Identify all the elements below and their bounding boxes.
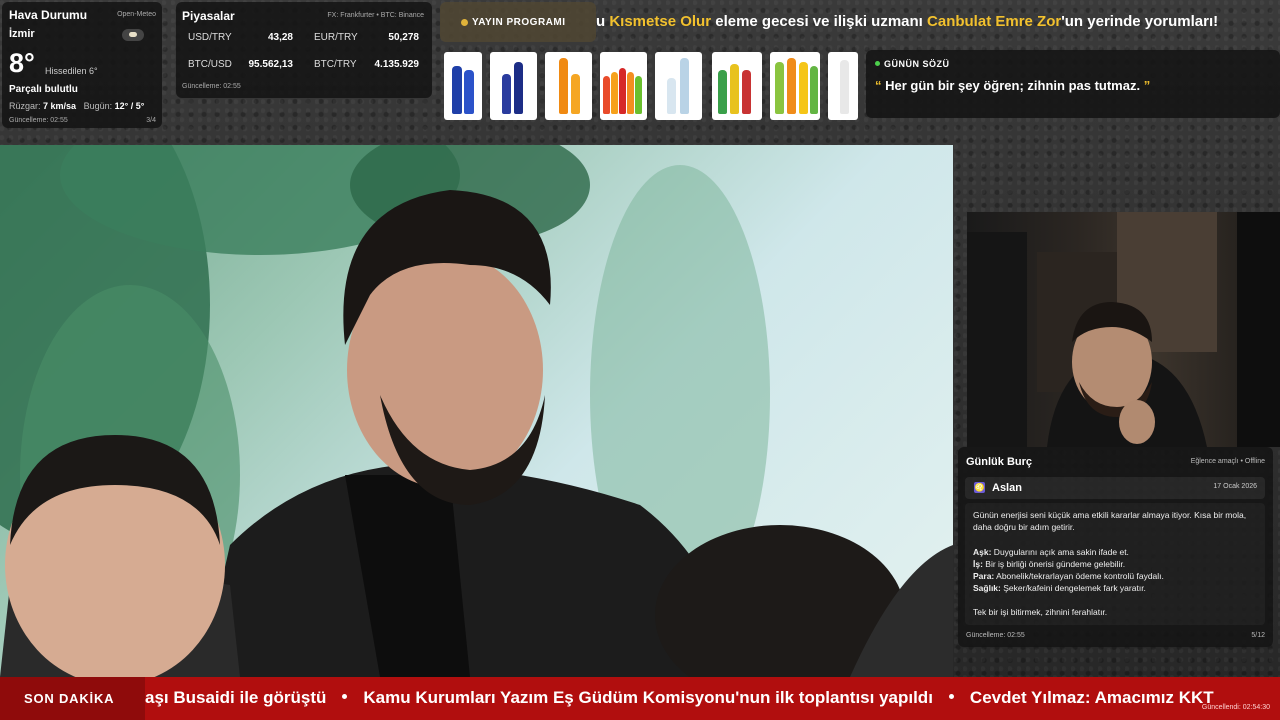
market-value: 4.135.929 (374, 59, 420, 70)
product-image (712, 52, 762, 120)
webcam-scene (967, 212, 1280, 447)
schedule-show-name: Kısmetse Olur (609, 13, 712, 30)
product-image (600, 52, 647, 120)
schedule-text-part: eleme gecesi ve ilişki uzmanı (711, 13, 928, 30)
schedule-label-box: YAYIN PROGRAMI (440, 2, 596, 42)
separator-dot-icon (342, 694, 348, 699)
market-label: BTC/USD (188, 59, 232, 70)
wind-value: 7 km/sa (43, 101, 77, 111)
wind-label: Rüzgar: (9, 101, 41, 111)
quote-title: GÜNÜN SÖZÜ (875, 59, 950, 69)
markets-title: Piyasalar (182, 9, 235, 23)
close-quote-mark: ” (1143, 78, 1151, 93)
market-label: USD/TRY (188, 32, 232, 43)
horoscope-outro: Tek bir işi bitirmek, zihnini ferahlatır… (973, 607, 1108, 617)
ticker-item: Kamu Kurumları Yazım Eş Güdüm Komisyonu'… (363, 688, 933, 707)
weather-condition: Parçalı bulutlu (9, 84, 78, 95)
separator-dot-icon (948, 694, 954, 699)
horoscope-love: Aşk: Duygularını açık ama sakin ifade et… (973, 546, 1257, 558)
horoscope-money: Para: Abonelik/tekrarlayan ödeme kontrol… (973, 570, 1257, 582)
main-video-frame (0, 145, 953, 677)
work-text: Bir iş birliği önerisi gündeme gelebilir… (982, 559, 1126, 569)
streamer-webcam (967, 212, 1280, 447)
market-label: BTC/TRY (314, 59, 357, 70)
markets-updated: Güncelleme: 02:55 (182, 83, 241, 90)
market-value: 50,278 (388, 32, 419, 43)
product-image (770, 52, 820, 120)
schedule-text-part: u (596, 13, 610, 30)
weather-temperature: 8° (9, 48, 35, 78)
weather-details: Rüzgar: 7 km/sa Bugün: 12° / 5° (9, 101, 144, 111)
schedule-label: YAYIN PROGRAMI (472, 17, 566, 28)
ticker-items: aşı Busaidi ile görüştü Kamu Kurumları Ya… (145, 688, 1214, 708)
quote-body: Her gün bir şey öğren; zihnin pas tutmaz… (881, 78, 1144, 93)
horoscope-work: İş: Bir iş birliği önerisi gündeme geleb… (973, 558, 1257, 570)
horoscope-body: Günün enerjisi seni küçük ama etkili kar… (965, 503, 1265, 625)
markets-source: FX: Frankfurter • BTC: Binance (327, 12, 424, 19)
product-image (490, 52, 537, 120)
video-scene (0, 145, 953, 677)
quote-text: “ Her gün bir şey öğren; zihnin pas tutm… (875, 78, 1150, 93)
horoscope-status: Eğlence amaçlı • Offline (1190, 458, 1265, 465)
money-label: Para: (973, 571, 995, 581)
weather-page-indicator: 3/4 (146, 117, 156, 124)
market-value: 43,28 (267, 32, 293, 43)
sponsor-products-strip (444, 52, 858, 120)
partly-cloudy-icon (122, 29, 144, 41)
schedule-guest-name: Canbulat Emre Zor (927, 13, 1062, 30)
horoscope-page-indicator: 5/12 (1251, 632, 1265, 639)
ticker-updated: Güncellendi: 02:54:30 (1201, 704, 1270, 711)
weather-feels-like: Hissedilen 6° (45, 66, 98, 76)
today-label: Bugün: (83, 101, 113, 111)
weather-title: Hava Durumu (9, 8, 88, 22)
weather-widget: Hava Durumu Open-Meteo İzmir 8° Hissedil… (2, 2, 162, 128)
breaking-news-label-box: SON DAKİKA (0, 677, 145, 720)
horoscope-intro: Günün enerjisi seni küçük ama etkili kar… (973, 510, 1247, 533)
horoscope-updated: Güncelleme: 02:55 (966, 632, 1025, 639)
product-image (655, 52, 702, 120)
horoscope-sign-name: Aslan (992, 482, 1022, 494)
health-label: Sağlık: (973, 583, 1001, 593)
work-label: İş: (973, 559, 983, 569)
leo-icon: ♌ (974, 482, 985, 493)
markets-widget: Piyasalar FX: Frankfurter • BTC: Binance… (176, 2, 432, 98)
weather-city: İzmir (9, 28, 35, 40)
product-image (545, 52, 592, 120)
product-image (444, 52, 482, 120)
horoscope-sign-row: ♌ Aslan 17 Ocak 2026 (965, 477, 1265, 499)
schedule-banner: YAYIN PROGRAMI u Kısmetse Olur eleme gec… (440, 0, 1280, 44)
breaking-news-ticker: SON DAKİKA aşı Busaidi ile görüştü Kamu K… (0, 677, 1280, 720)
weather-updated: Güncelleme: 02:55 (9, 117, 68, 124)
horoscope-date: 17 Ocak 2026 (1213, 483, 1257, 490)
market-label: EUR/TRY (314, 32, 358, 43)
money-text: Abonelik/tekrarlayan ödeme kontrolü fayd… (994, 571, 1164, 581)
status-dot-icon (875, 61, 880, 66)
schedule-text-part: 'un yerinde yorumları! (1061, 13, 1219, 30)
breaking-news-label: SON DAKİKA (24, 691, 115, 706)
daily-horoscope: Günlük Burç Eğlence amaçlı • Offline ♌ A… (958, 447, 1273, 647)
love-label: Aşk: (973, 547, 992, 557)
weather-source: Open-Meteo (117, 11, 156, 18)
live-dot-icon (461, 19, 468, 26)
today-value: 12° / 5° (114, 101, 145, 111)
quote-title-text: GÜNÜN SÖZÜ (884, 59, 950, 69)
market-value: 95.562,13 (248, 59, 294, 70)
horoscope-title: Günlük Burç (966, 456, 1033, 468)
schedule-text: u Kısmetse Olur eleme gecesi ve ilişki u… (596, 13, 1218, 30)
ticker-item: aşı Busaidi ile görüştü (145, 688, 327, 707)
horoscope-health: Sağlık: Şeker/kafeini dengelemek fark ya… (973, 582, 1257, 594)
ticker-item: Cevdet Yılmaz: Amacımız KKT (969, 688, 1214, 707)
product-image (828, 52, 858, 120)
quote-of-the-day: GÜNÜN SÖZÜ “ Her gün bir şey öğren; zihn… (866, 50, 1280, 118)
health-text: Şeker/kafeini dengelemek fark yaratır. (1000, 583, 1146, 593)
love-text: Duygularını açık ama sakin ifade et. (991, 547, 1129, 557)
